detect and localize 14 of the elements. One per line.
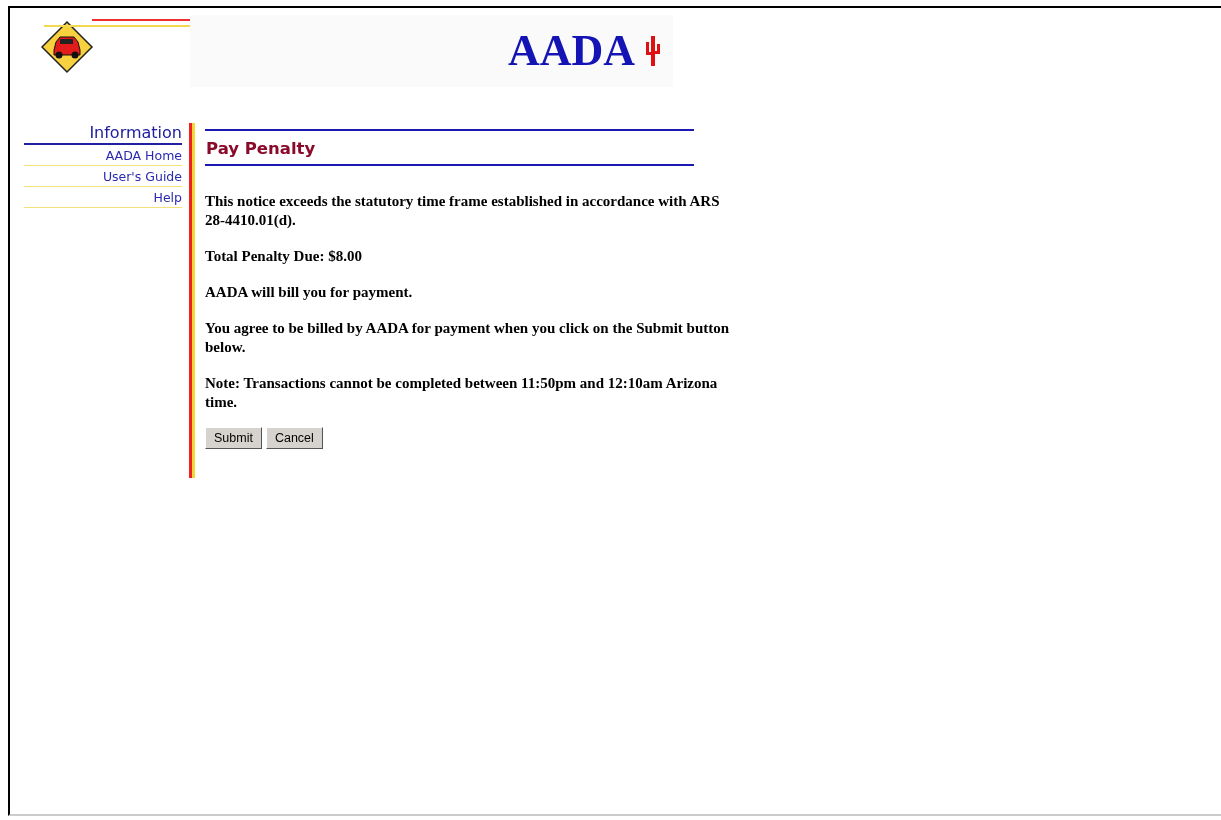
notice-text: Total Penalty Due: $8.00 (205, 247, 363, 266)
sidebar-link[interactable]: User's Guide (24, 166, 182, 187)
sidebar-heading: Information (24, 123, 182, 145)
sidebar-link[interactable]: AADA Home (24, 145, 182, 166)
site-logo: AADA (507, 29, 635, 73)
submit-button[interactable]: Submit (205, 427, 262, 449)
sidebar-link[interactable]: Help (24, 187, 182, 208)
cancel-button[interactable]: Cancel (265, 427, 323, 449)
page-title: Pay Penalty (205, 129, 694, 166)
notice-text: This notice exceeds the statutory time frame established in accordance with ARS 28-4410.01(d). (205, 192, 721, 230)
notice-text: AADA will bill you for payment. (205, 283, 414, 302)
notice-text: You agree to be billed by AADA for payment when you click on the Submit button below. (205, 319, 731, 357)
cactus-icon (645, 34, 661, 68)
notice-text: Note: Transactions cannot be completed between 11:50pm and 12:10am Arizona time. (205, 374, 719, 412)
